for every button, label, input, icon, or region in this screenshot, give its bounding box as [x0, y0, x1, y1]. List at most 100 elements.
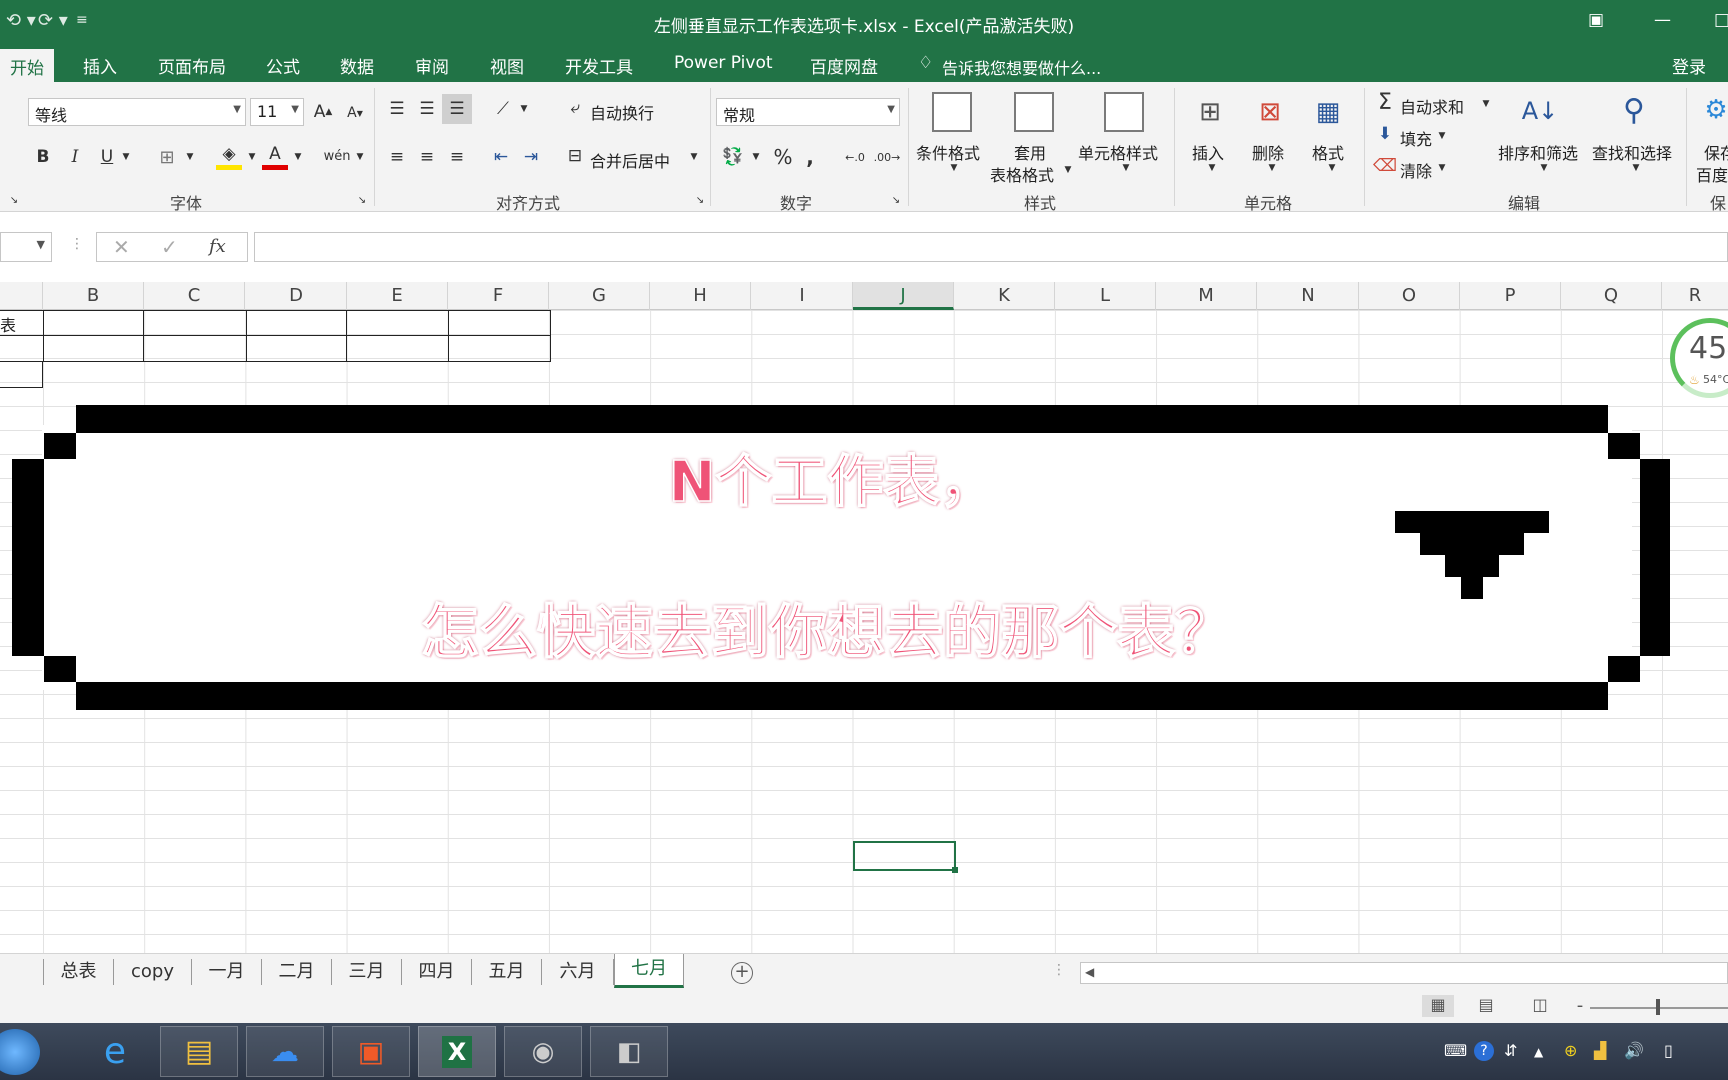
column-header[interactable]: H — [650, 282, 751, 310]
ie-icon[interactable]: e — [76, 1026, 154, 1077]
chevron-down-icon[interactable]: ▼ — [246, 146, 258, 168]
align-right-icon[interactable]: ≡ — [444, 144, 470, 170]
chevron-down-icon[interactable]: ▼ — [518, 98, 530, 120]
tab-data[interactable]: 数据 — [340, 53, 374, 78]
tell-me-box[interactable]: 告诉我您想要做什么... — [942, 55, 1101, 79]
chevron-down-icon[interactable]: ▼ — [354, 146, 366, 168]
chevron-down-icon[interactable]: ▼ — [1480, 96, 1492, 112]
column-header[interactable]: L — [1055, 282, 1156, 310]
active-cell[interactable] — [853, 841, 958, 873]
column-header[interactable]: P — [1460, 282, 1561, 310]
sheet-tab[interactable]: 一月 — [192, 959, 262, 985]
formula-input[interactable] — [254, 232, 1728, 262]
tab-review[interactable]: 审阅 — [415, 53, 449, 78]
autosum-button[interactable]: 自动求和 — [1400, 94, 1464, 118]
currency-icon[interactable]: 💱 — [720, 144, 746, 170]
dialog-launcher-icon[interactable]: ↘ — [8, 194, 20, 206]
conditional-format-button[interactable]: 条件格式 — [916, 140, 980, 164]
sheet-tab[interactable]: 三月 — [332, 959, 402, 985]
enter-icon[interactable]: ✓ — [161, 235, 178, 259]
column-header[interactable]: M — [1156, 282, 1257, 310]
align-center-icon[interactable]: ≡ — [414, 144, 440, 170]
sheet-tab[interactable]: 五月 — [472, 959, 542, 985]
column-header[interactable]: G — [549, 282, 650, 310]
align-bottom-icon[interactable]: ☰ — [442, 94, 472, 124]
excel-taskbar-icon[interactable]: X — [418, 1026, 496, 1077]
column-header[interactable]: C — [144, 282, 245, 310]
splitter-icon[interactable]: ⋮ — [1052, 962, 1066, 978]
scroll-left-icon[interactable]: ◀ — [1085, 965, 1094, 979]
wrap-text-button[interactable]: 自动换行 — [590, 100, 654, 124]
page-break-view-icon[interactable]: ◫ — [1528, 995, 1552, 1017]
sheet-nav[interactable] — [0, 959, 44, 985]
delete-cells-icon[interactable]: ⊠ — [1250, 92, 1290, 132]
fill-icon[interactable]: ⬇ — [1374, 122, 1396, 146]
borders-icon[interactable]: ⊞ — [154, 144, 180, 170]
font-size-combo[interactable]: 11 ▼ — [250, 98, 304, 126]
conditional-format-icon[interactable] — [932, 92, 972, 132]
phonetic-icon[interactable]: wén — [324, 142, 351, 170]
chevron-down-icon[interactable]: ▼ — [750, 148, 762, 166]
chevron-down-icon[interactable]: ▼ — [1206, 162, 1218, 174]
cell-styles-button[interactable]: 单元格样式 — [1078, 140, 1158, 164]
merge-center-button[interactable]: 合并后居中 — [590, 148, 670, 172]
increase-font-icon[interactable]: A ▲ — [312, 100, 334, 124]
wrap-text-icon[interactable]: ⤶ — [564, 96, 586, 120]
battery-icon[interactable]: ▯ — [1664, 1041, 1673, 1060]
network-share-icon[interactable]: ⇵ — [1504, 1041, 1517, 1060]
chevron-down-icon[interactable]: ▼ — [688, 148, 700, 166]
sheet-tab[interactable]: 四月 — [402, 959, 472, 985]
sheet-tab[interactable]: 六月 — [542, 959, 614, 985]
baidu-save-line2[interactable]: 百度 — [1696, 162, 1728, 186]
ribbon-display-icon[interactable]: ▣ — [1588, 10, 1604, 30]
sheet-tab-active[interactable]: 七月 — [614, 954, 684, 988]
decrease-font-icon[interactable]: A ▼ — [344, 102, 366, 124]
font-color-icon[interactable]: A — [262, 142, 288, 170]
keyboard-icon[interactable]: ⌨ — [1444, 1041, 1467, 1060]
orientation-icon[interactable]: ⟋ — [490, 96, 516, 122]
start-orb-icon[interactable] — [0, 1029, 40, 1075]
autosum-icon[interactable]: Σ — [1374, 90, 1396, 115]
maximize-icon[interactable]: □ — [1714, 10, 1728, 30]
camera-app-icon[interactable]: ◉ — [504, 1026, 582, 1077]
decrease-decimal-icon[interactable]: .00→ — [872, 144, 902, 170]
recorder-app-icon[interactable]: ◧ — [590, 1026, 668, 1077]
clear-button[interactable]: 清除 — [1400, 158, 1432, 182]
format-as-table-icon[interactable] — [1014, 92, 1054, 132]
chevron-down-icon[interactable]: ▼ — [120, 146, 132, 168]
horizontal-scrollbar[interactable]: ◀ — [1080, 962, 1728, 984]
chevron-down-icon[interactable]: ▼ — [1538, 162, 1550, 174]
tray-expand-icon[interactable]: ▲ — [1534, 1045, 1543, 1059]
security-icon[interactable]: ⊕ — [1564, 1041, 1577, 1060]
dialog-launcher-icon[interactable]: ↘ — [356, 194, 368, 206]
tab-baidu[interactable]: 百度网盘 — [810, 53, 878, 78]
tab-developer[interactable]: 开发工具 — [565, 53, 633, 78]
chevron-down-icon[interactable]: ▼ — [948, 162, 960, 174]
name-box[interactable]: ▼ — [0, 232, 52, 262]
chevron-down-icon[interactable]: ▼ — [1266, 162, 1278, 174]
chevron-down-icon[interactable]: ▼ — [1630, 162, 1642, 174]
bold-icon[interactable]: B — [32, 144, 54, 170]
comma-icon[interactable]: , — [800, 144, 820, 170]
align-left-icon[interactable]: ≡ — [384, 144, 410, 170]
baidu-save-icon[interactable]: ⚙ — [1704, 90, 1728, 130]
dialog-launcher-icon[interactable]: ↘ — [890, 194, 902, 206]
column-header[interactable]: F — [448, 282, 549, 310]
tab-page-layout[interactable]: 页面布局 — [158, 53, 226, 78]
format-cells-icon[interactable]: ▦ — [1308, 92, 1348, 132]
fill-color-icon[interactable]: ◈ — [216, 142, 242, 170]
explorer-icon[interactable]: ▤ — [160, 1026, 238, 1077]
delete-cells-button[interactable]: 删除 — [1252, 140, 1284, 164]
sort-filter-button[interactable]: 排序和筛选 — [1498, 140, 1578, 164]
format-as-table-line2[interactable]: 表格格式 — [990, 162, 1054, 186]
number-format-combo[interactable]: 常规 ▼ — [716, 98, 900, 126]
column-header[interactable]: I — [752, 282, 853, 310]
font-name-combo[interactable]: 等线 ▼ — [28, 98, 246, 126]
column-header[interactable]: D — [246, 282, 347, 310]
chevron-down-icon[interactable]: ▼ — [1120, 162, 1132, 174]
percent-icon[interactable]: % — [770, 144, 796, 170]
add-sheet-icon[interactable]: + — [731, 962, 753, 984]
tab-insert[interactable]: 插入 — [83, 53, 117, 78]
volume-icon[interactable]: 🔊 — [1624, 1041, 1644, 1060]
column-header[interactable]: J — [853, 282, 954, 310]
